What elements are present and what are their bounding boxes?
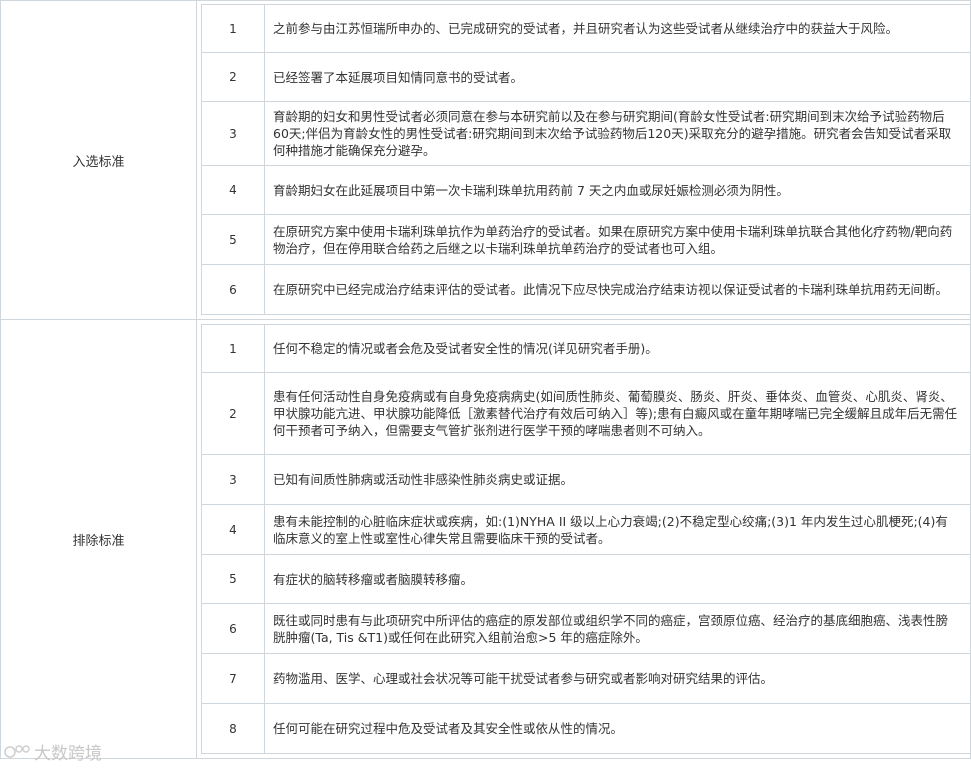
section-body-exclusion: 1 任何不稳定的情况或者会危及受试者安全性的情况(详见研究者手册)。 2 患有任… [196,319,971,759]
criteria-table: 入选标准 1 之前参与由江苏恒瑞所申办的、已完成研究的受试者，并且研究者认为这些… [0,0,971,759]
row-number: 2 [201,53,264,102]
row-number: 5 [201,215,264,265]
table-row: 2 患有任何活动性自身免疫病或有自身免疫病病史(如间质性肺炎、葡萄膜炎、肠炎、肝… [201,373,970,455]
table-row: 6 既往或同时患有与此项研究中所评估的癌症的原发部位或组织学不同的癌症，宫颈原位… [201,604,970,654]
table-row: 5 在原研究方案中使用卡瑞利珠单抗作为单药治疗的受试者。如果在原研究方案中使用卡… [201,215,970,265]
brand-logo-icon [4,743,30,764]
row-text: 育龄期的妇女和男性受试者必须同意在参与本研究前以及在参与研究期间(育龄女性受试者… [264,102,970,166]
row-number: 8 [201,704,264,754]
row-number: 4 [201,505,264,555]
inclusion-rows: 1 之前参与由江苏恒瑞所申办的、已完成研究的受试者，并且研究者认为这些受试者从继… [201,4,970,315]
row-number: 6 [201,265,264,315]
table-row: 3 已知有间质性肺病或活动性非感染性肺炎病史或证据。 [201,455,970,505]
row-number: 2 [201,373,264,455]
row-number: 5 [201,555,264,604]
row-text: 既往或同时患有与此项研究中所评估的癌症的原发部位或组织学不同的癌症，宫颈原位癌、… [264,604,970,654]
row-text: 任何可能在研究过程中危及受试者及其安全性或依从性的情况。 [264,704,970,754]
row-number: 6 [201,604,264,654]
row-text: 育龄期妇女在此延展项目中第一次卡瑞利珠单抗用药前 7 天之内血或尿妊娠检测必须为… [264,166,970,215]
table-row: 2 已经签署了本延展项目知情同意书的受试者。 [201,53,970,102]
row-number: 3 [201,455,264,505]
row-text: 任何不稳定的情况或者会危及受试者安全性的情况(详见研究者手册)。 [264,324,970,373]
watermark-text: 大数跨境 [34,743,102,764]
section-inclusion: 入选标准 1 之前参与由江苏恒瑞所申办的、已完成研究的受试者，并且研究者认为这些… [0,0,971,320]
section-label-inclusion: 入选标准 [0,0,197,320]
table-row: 1 任何不稳定的情况或者会危及受试者安全性的情况(详见研究者手册)。 [201,324,970,373]
row-number: 1 [201,4,264,53]
row-text: 已经签署了本延展项目知情同意书的受试者。 [264,53,970,102]
table-row: 7 药物滥用、医学、心理或社会状况等可能干扰受试者参与研究或者影响对研究结果的评… [201,654,970,704]
row-text: 药物滥用、医学、心理或社会状况等可能干扰受试者参与研究或者影响对研究结果的评估。 [264,654,970,704]
table-row: 8 任何可能在研究过程中危及受试者及其安全性或依从性的情况。 [201,704,970,754]
row-text: 在原研究方案中使用卡瑞利珠单抗作为单药治疗的受试者。如果在原研究方案中使用卡瑞利… [264,215,970,265]
row-text: 患有任何活动性自身免疫病或有自身免疫病病史(如间质性肺炎、葡萄膜炎、肠炎、肝炎、… [264,373,970,455]
table-row: 5 有症状的脑转移瘤或者脑膜转移瘤。 [201,555,970,604]
section-exclusion: 排除标准 1 任何不稳定的情况或者会危及受试者安全性的情况(详见研究者手册)。 … [0,319,971,759]
row-text: 之前参与由江苏恒瑞所申办的、已完成研究的受试者，并且研究者认为这些受试者从继续治… [264,4,970,53]
row-number: 3 [201,102,264,166]
table-row: 4 患有未能控制的心脏临床症状或疾病，如:(1)NYHA II 级以上心力衰竭;… [201,505,970,555]
exclusion-rows: 1 任何不稳定的情况或者会危及受试者安全性的情况(详见研究者手册)。 2 患有任… [201,324,970,754]
row-text: 患有未能控制的心脏临床症状或疾病，如:(1)NYHA II 级以上心力衰竭;(2… [264,505,970,555]
row-text: 有症状的脑转移瘤或者脑膜转移瘤。 [264,555,970,604]
section-label-exclusion: 排除标准 [0,319,197,759]
table-row: 3 育龄期的妇女和男性受试者必须同意在参与本研究前以及在参与研究期间(育龄女性受… [201,102,970,166]
table-row: 4 育龄期妇女在此延展项目中第一次卡瑞利珠单抗用药前 7 天之内血或尿妊娠检测必… [201,166,970,215]
table-row: 1 之前参与由江苏恒瑞所申办的、已完成研究的受试者，并且研究者认为这些受试者从继… [201,4,970,53]
section-body-inclusion: 1 之前参与由江苏恒瑞所申办的、已完成研究的受试者，并且研究者认为这些受试者从继… [196,0,971,320]
row-number: 4 [201,166,264,215]
row-text: 在原研究中已经完成治疗结束评估的受试者。此情况下应尽快完成治疗结束访视以保证受试… [264,265,970,315]
row-number: 7 [201,654,264,704]
row-text: 已知有间质性肺病或活动性非感染性肺炎病史或证据。 [264,455,970,505]
row-number: 1 [201,324,264,373]
table-row: 6 在原研究中已经完成治疗结束评估的受试者。此情况下应尽快完成治疗结束访视以保证… [201,265,970,315]
watermark: 大数跨境 [4,739,102,765]
